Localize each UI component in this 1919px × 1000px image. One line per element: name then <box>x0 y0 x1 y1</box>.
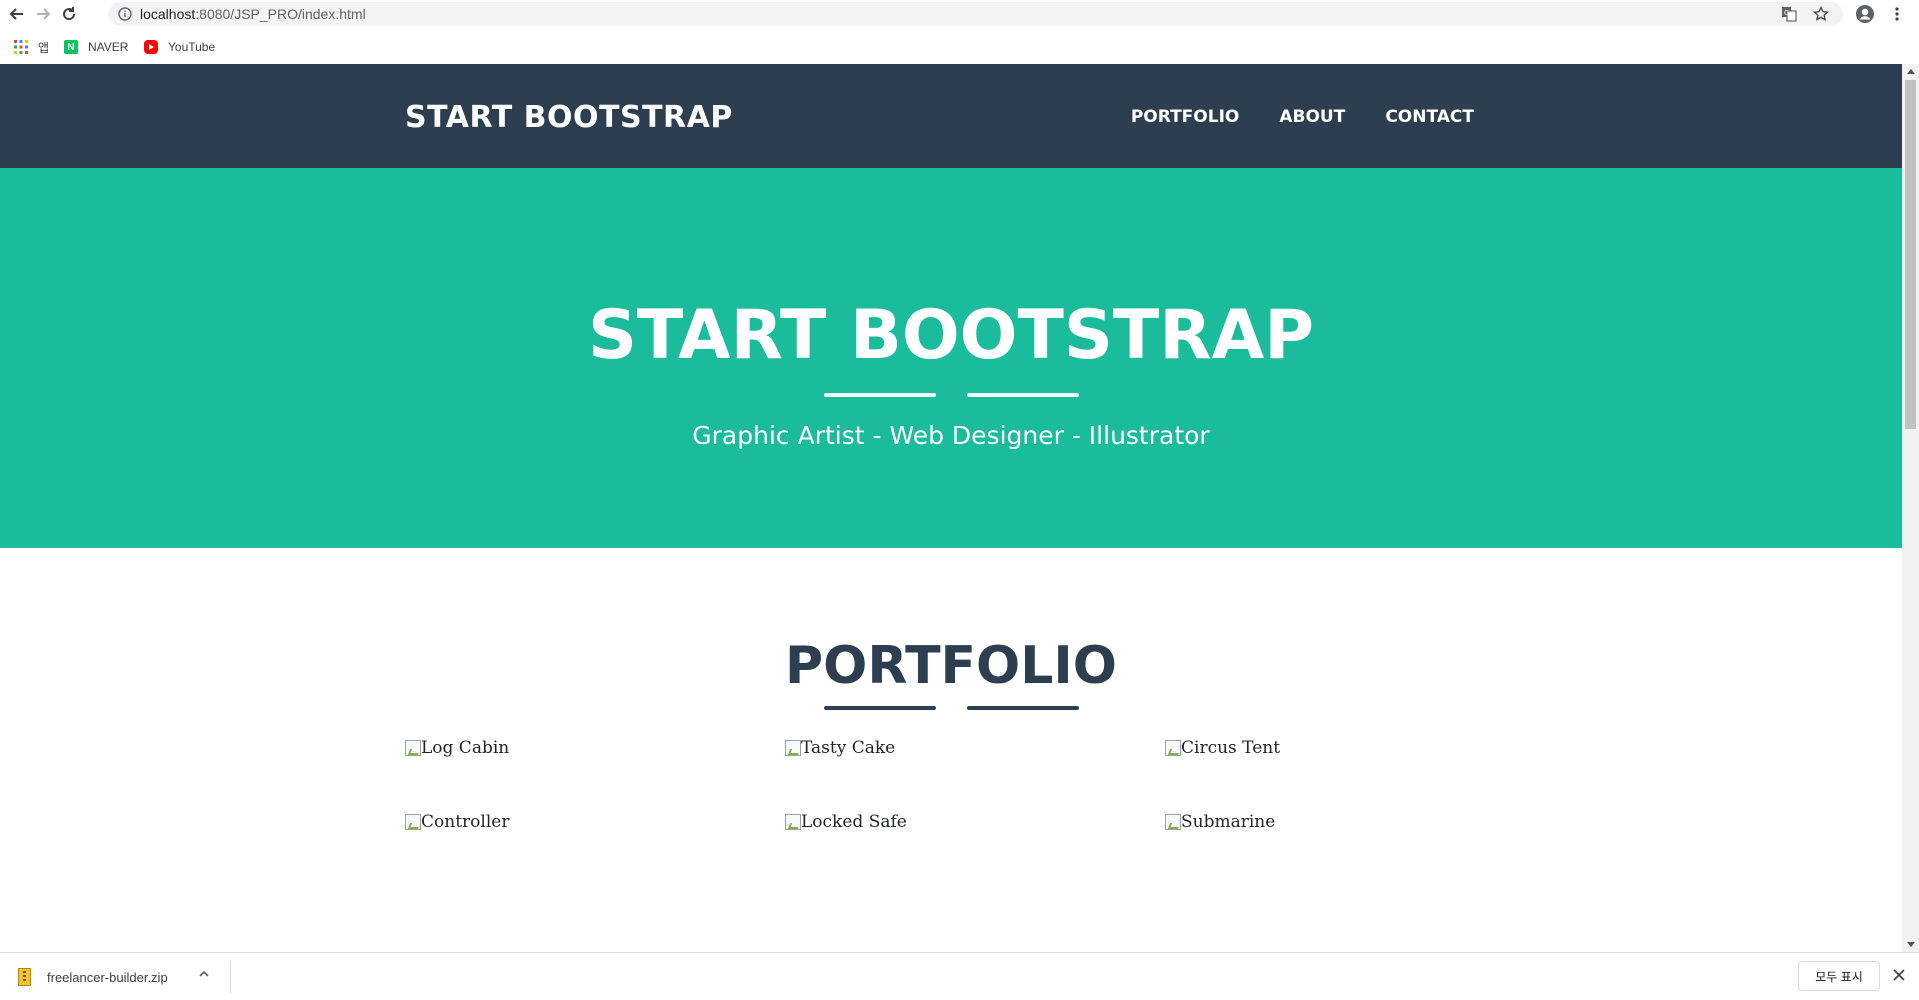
portfolio-item-alt: Locked Safe <box>801 812 907 832</box>
svg-text:G: G <box>1784 9 1789 17</box>
zip-file-icon <box>18 968 31 986</box>
apps-grid-icon <box>14 40 28 54</box>
forward-button[interactable] <box>32 3 54 25</box>
show-all-button[interactable]: 모두 표시 <box>1798 961 1880 991</box>
download-item[interactable]: freelancer-builder.zip <box>18 965 168 989</box>
masthead-tagline: Graphic Artist - Web Designer - Illustra… <box>692 421 1210 450</box>
download-separator <box>230 961 231 993</box>
bookmarks-bar: 앱 N NAVER YouTube <box>0 33 1919 61</box>
bookmark-apps[interactable]: 앱 <box>14 37 49 57</box>
back-arrow-icon <box>9 8 23 20</box>
menu-button[interactable] <box>1886 3 1908 25</box>
page-viewport: START BOOTSTRAP PORTFOLIO ABOUT CONTACT … <box>0 64 1902 952</box>
back-button[interactable] <box>6 3 28 25</box>
bookmark-label: 앱 <box>38 40 50 55</box>
portfolio-item-locked-safe[interactable]: Locked Safe <box>785 811 907 833</box>
portfolio-item-log-cabin[interactable]: Log Cabin <box>405 737 509 759</box>
nav-link-portfolio[interactable]: PORTFOLIO <box>1131 107 1240 127</box>
broken-image-icon <box>405 814 421 830</box>
portfolio-item-alt: Log Cabin <box>421 738 510 758</box>
close-icon[interactable] <box>1893 965 1905 986</box>
broken-image-icon <box>785 740 801 756</box>
portfolio-item-circus-tent[interactable]: Circus Tent <box>1165 737 1280 759</box>
youtube-icon <box>144 40 158 54</box>
scroll-down-arrow-icon[interactable] <box>1907 942 1915 947</box>
url-text: localhost:8080/JSP_PRO/index.html <box>140 6 366 22</box>
nav-link-contact[interactable]: CONTACT <box>1385 107 1474 127</box>
info-icon[interactable] <box>116 5 134 23</box>
portfolio-divider <box>0 706 1902 710</box>
chevron-up-icon[interactable] <box>198 967 210 983</box>
bookmark-naver[interactable]: N NAVER <box>64 37 128 57</box>
kebab-menu-icon <box>1895 7 1899 21</box>
naver-icon: N <box>64 40 78 54</box>
portfolio-item-alt: Controller <box>421 812 510 832</box>
address-bar[interactable]: localhost:8080/JSP_PRO/index.html G <box>108 2 1843 26</box>
profile-avatar-icon <box>1856 5 1874 23</box>
navbar-links: PORTFOLIO ABOUT CONTACT <box>1131 107 1474 127</box>
download-filename: freelancer-builder.zip <box>47 969 168 985</box>
portfolio-item-alt: Circus Tent <box>1181 738 1281 758</box>
portfolio-item-submarine[interactable]: Submarine <box>1165 811 1275 833</box>
bookmark-label: YouTube <box>168 40 216 54</box>
masthead-divider <box>0 393 1902 397</box>
forward-arrow-icon <box>37 8 51 20</box>
profile-button[interactable] <box>1854 3 1876 25</box>
reload-icon <box>63 7 76 21</box>
masthead-title: START BOOTSTRAP <box>587 296 1315 375</box>
broken-image-icon <box>405 740 421 756</box>
bookmark-label: NAVER <box>88 40 129 54</box>
download-bar: freelancer-builder.zip 모두 표시 <box>0 952 1919 1000</box>
portfolio-item-controller[interactable]: Controller <box>405 811 509 833</box>
navbar-brand[interactable]: START BOOTSTRAP <box>405 100 733 135</box>
scrollbar-thumb[interactable] <box>1905 80 1916 429</box>
portfolio-item-alt: Tasty Cake <box>801 738 896 758</box>
portfolio-heading: PORTFOLIO <box>785 636 1117 696</box>
masthead: START BOOTSTRAP Graphic Artist - Web Des… <box>0 168 1902 548</box>
scroll-up-arrow-icon[interactable] <box>1907 69 1915 74</box>
broken-image-icon <box>785 814 801 830</box>
broken-image-icon <box>1165 814 1181 830</box>
portfolio-item-tasty-cake[interactable]: Tasty Cake <box>785 737 895 759</box>
nav-link-about[interactable]: ABOUT <box>1279 107 1345 127</box>
site-navbar: START BOOTSTRAP PORTFOLIO ABOUT CONTACT <box>0 64 1902 168</box>
portfolio-item-alt: Submarine <box>1181 812 1276 832</box>
broken-image-icon <box>1165 740 1181 756</box>
bookmark-youtube[interactable]: YouTube <box>144 37 215 57</box>
reload-button[interactable] <box>58 3 80 25</box>
translate-icon[interactable]: G <box>1780 5 1798 23</box>
bookmark-star-icon[interactable] <box>1812 5 1830 23</box>
page-scrollbar[interactable] <box>1902 64 1919 952</box>
browser-toolbar: localhost:8080/JSP_PRO/index.html G <box>0 0 1919 27</box>
